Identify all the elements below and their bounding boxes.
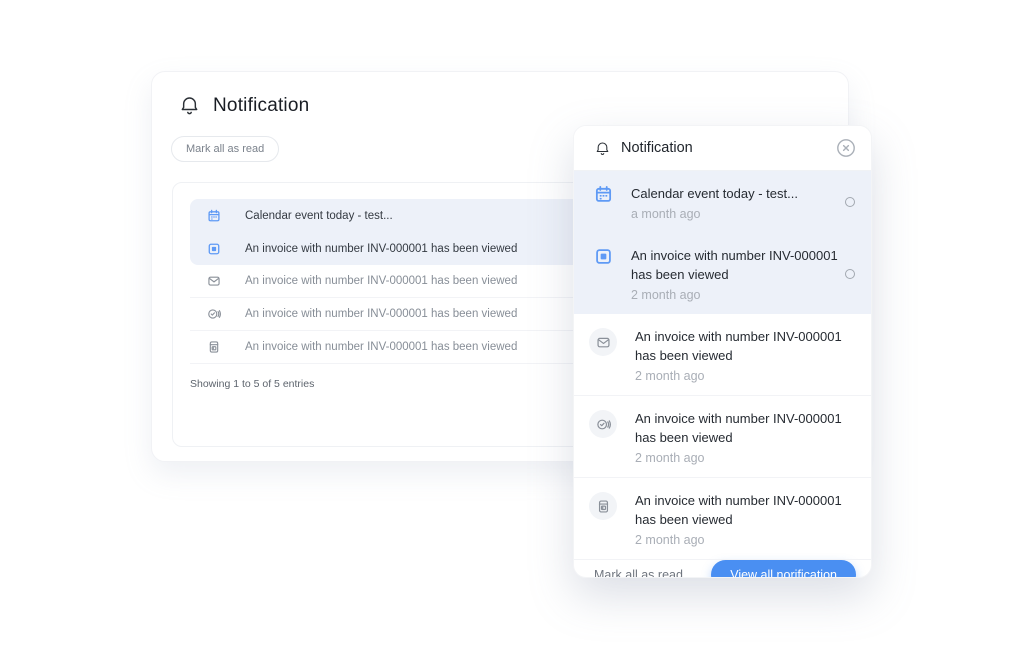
view-all-notifications-button[interactable]: View all norification [711,560,856,578]
notification-timestamp: 2 month ago [635,369,857,383]
notification-item[interactable]: Calendar event today - test... a month a… [574,171,871,233]
notification-text: An invoice with number INV-000001 has be… [245,275,517,287]
bell-icon [594,140,611,157]
mark-all-read-link[interactable]: Mark all as read [594,568,683,579]
screenshot-canvas: Notification Mark all as read [0,0,1024,652]
notification-item[interactable]: An invoice with number INV-000001 has be… [574,233,871,314]
notification-timestamp: 2 month ago [635,451,857,465]
notification-title: An invoice with number INV-000001 has be… [635,327,853,365]
notification-item[interactable]: An invoice with number INV-000001 has be… [574,314,871,396]
coin-check-icon [589,410,617,438]
page-title: Notification [213,95,309,117]
notification-title: An invoice with number INV-000001 has be… [631,246,849,284]
notification-timestamp: 2 month ago [635,533,857,547]
close-icon[interactable] [836,138,856,158]
notification-text: Calendar event today - test... [245,210,393,222]
notification-title: Calendar event today - test... [631,184,849,203]
unread-indicator[interactable] [845,269,855,279]
notification-item[interactable]: An invoice with number INV-000001 has be… [574,478,871,560]
notification-text: An invoice with number INV-000001 has be… [245,341,517,353]
mail-icon [207,274,221,288]
notification-timestamp: a month ago [631,207,857,221]
calendar-icon [594,184,627,221]
notification-popover: Notification Calendar [573,125,872,578]
popover-header: Notification [574,126,871,171]
notification-timestamp: 2 month ago [631,288,857,302]
bell-icon [178,94,201,117]
calendar-icon [207,209,221,223]
popover-title: Notification [621,140,836,156]
invoice-icon [207,242,221,256]
cash-register-icon [207,340,221,354]
mail-icon [589,328,617,356]
notification-text: An invoice with number INV-000001 has be… [245,243,517,255]
notification-item[interactable]: An invoice with number INV-000001 has be… [574,396,871,478]
coin-check-icon [207,307,221,321]
unread-indicator[interactable] [845,197,855,207]
page-header: Notification [178,94,309,117]
popover-footer: Mark all as read View all norification [574,560,871,578]
notification-text: An invoice with number INV-000001 has be… [245,308,517,320]
notification-title: An invoice with number INV-000001 has be… [635,409,853,447]
mark-all-read-button[interactable]: Mark all as read [171,136,279,162]
notification-title: An invoice with number INV-000001 has be… [635,491,853,529]
cash-register-icon [589,492,617,520]
invoice-icon [594,246,627,302]
